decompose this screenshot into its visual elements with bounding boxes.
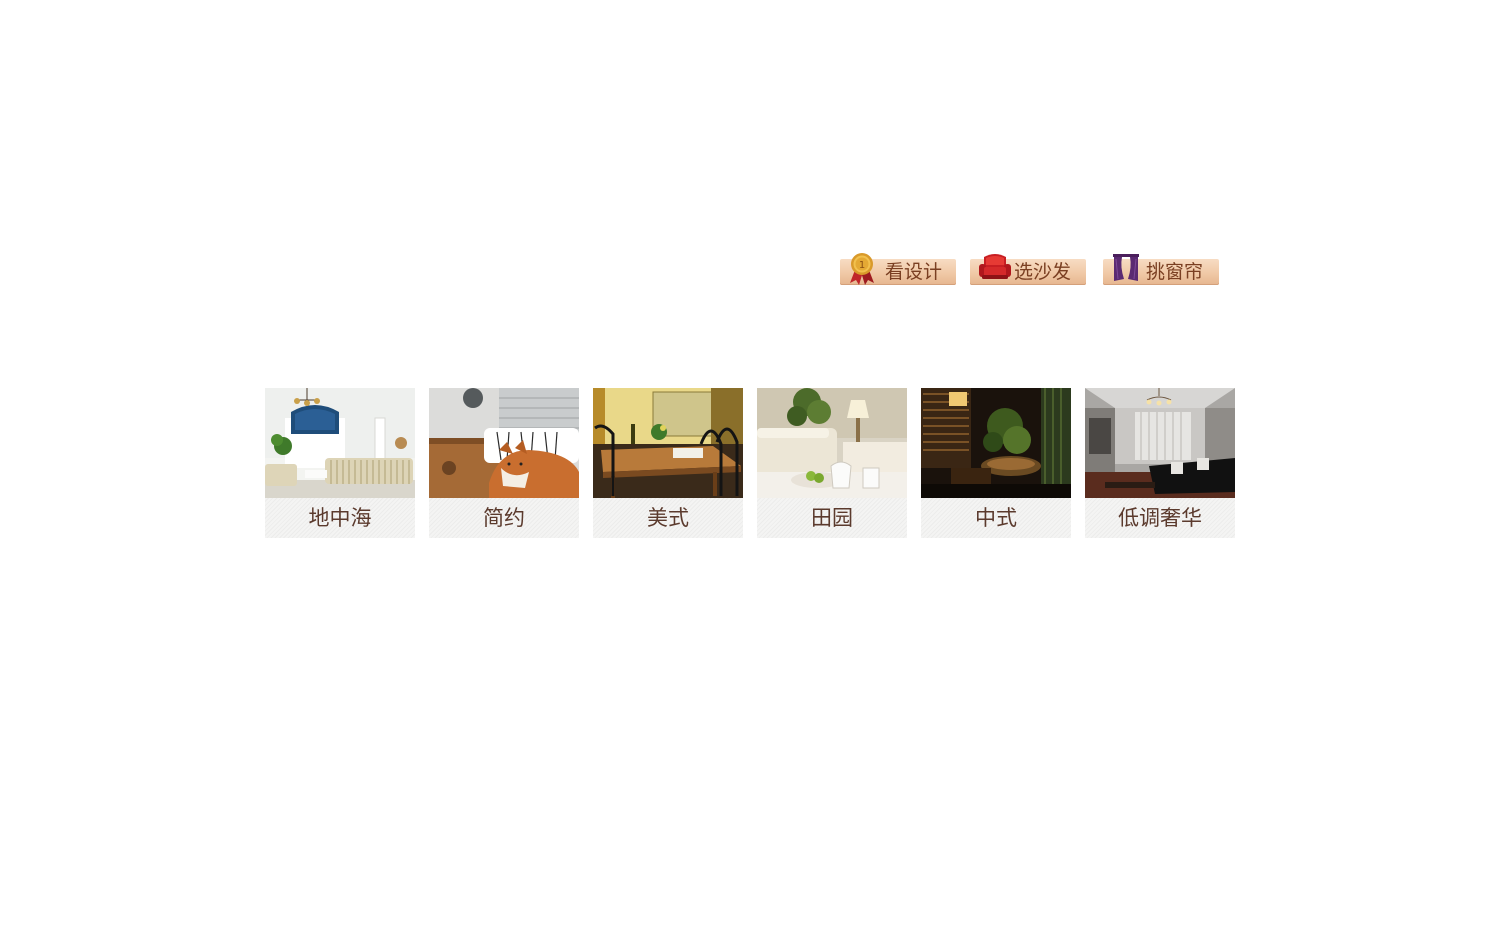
style-tile-pastoral[interactable]: 田园 [757,388,907,538]
style-tile-chinese[interactable]: 中式 [921,388,1071,538]
pick-curtain-button[interactable]: 挑窗帘 [1103,254,1219,285]
page: 1 看设计 选沙发 挑窗帘 地中海 简约 美式 田园 中式 低调奢华 [0,0,1500,946]
choose-sofa-label: 选沙发 [1014,261,1072,283]
svg-text:1: 1 [859,260,865,271]
style-label-minimalist: 简约 [429,498,579,538]
style-label-mediterranean: 地中海 [265,498,415,538]
mediterranean-living-room-photo [265,388,415,498]
american-dining-room-photo [593,388,743,498]
chinese-tea-room-photo [921,388,1071,498]
luxury-living-room-photo [1085,388,1235,498]
pastoral-bedroom-photo [757,388,907,498]
choose-sofa-button[interactable]: 选沙发 [970,254,1086,285]
style-label-luxury: 低调奢华 [1085,498,1235,538]
curtain-icon [1113,254,1139,281]
style-tile-american[interactable]: 美式 [593,388,743,538]
style-tile-luxury[interactable]: 低调奢华 [1085,388,1235,538]
view-design-label: 看设计 [885,261,943,283]
style-label-chinese: 中式 [921,498,1071,538]
style-label-pastoral: 田园 [757,498,907,538]
style-tile-minimalist[interactable]: 简约 [429,388,579,538]
sofa-icon [979,254,1011,279]
style-tile-mediterranean[interactable]: 地中海 [265,388,415,538]
minimalist-dog-photo [429,388,579,498]
pick-curtain-label: 挑窗帘 [1146,261,1204,283]
view-design-button[interactable]: 1 看设计 [840,253,956,285]
award-medal-icon: 1 [850,253,874,285]
style-label-american: 美式 [593,498,743,538]
